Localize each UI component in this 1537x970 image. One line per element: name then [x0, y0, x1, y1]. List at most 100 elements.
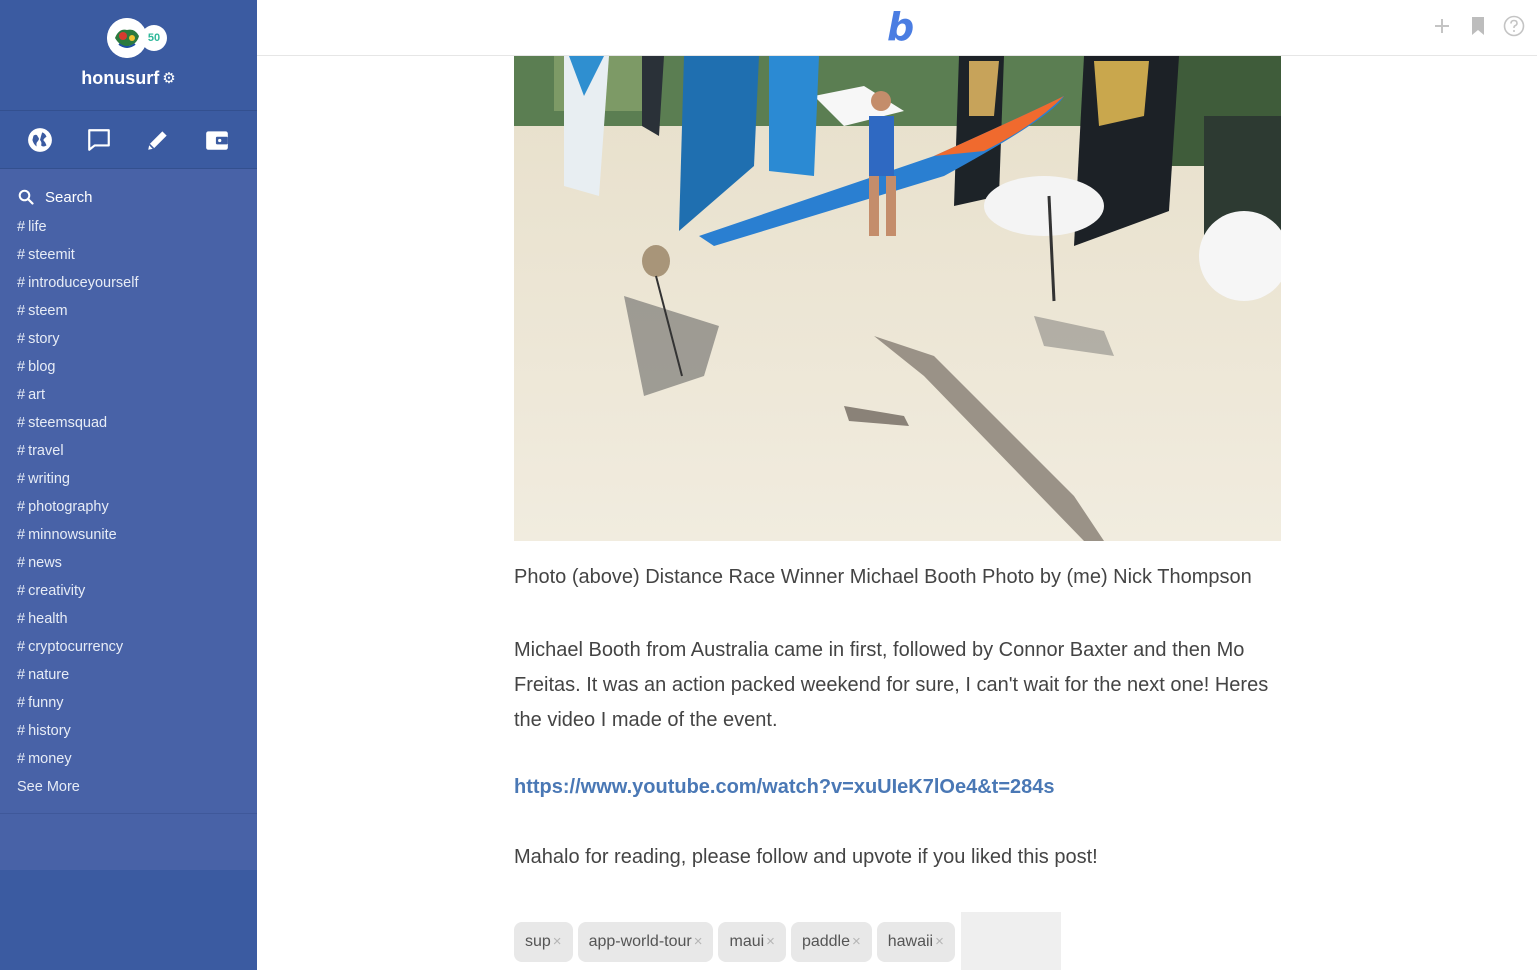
chat-icon[interactable]: [79, 120, 119, 160]
sidebar-tag-travel[interactable]: # travel: [0, 437, 257, 465]
hash-symbol: #: [17, 583, 26, 599]
sidebar-tag-label: minnowsunite: [28, 527, 117, 543]
sidebar-tag-nature[interactable]: # nature: [0, 661, 257, 689]
sidebar-tag-label: funny: [28, 695, 64, 711]
sidebar-tag-blog[interactable]: # blog: [0, 353, 257, 381]
sidebar-tag-label: history: [28, 723, 71, 739]
post-tag-bar: sup × app-world-tour × maui × paddle × hawaii ×: [514, 912, 1061, 970]
profile-section: 50 honusurf ⚙: [0, 0, 257, 111]
hash-symbol: #: [17, 387, 26, 403]
post-tag-label: sup: [525, 933, 551, 950]
post-tag-chip[interactable]: hawaii ×: [876, 922, 955, 962]
sidebar-tag-steem[interactable]: # steem: [0, 297, 257, 325]
sidebar-tag-label: story: [28, 331, 60, 347]
post-tag-chip[interactable]: paddle ×: [790, 922, 872, 962]
sidebar-tag-label: news: [28, 555, 62, 571]
remove-tag-icon[interactable]: ×: [553, 933, 562, 950]
post-tag-chip[interactable]: maui ×: [718, 922, 786, 962]
sidebar-tag-funny[interactable]: # funny: [0, 689, 257, 717]
top-actions: [1431, 14, 1525, 38]
remove-tag-icon[interactable]: ×: [935, 933, 944, 950]
post-closing: Mahalo for reading, please follow and up…: [514, 846, 1098, 868]
tag-chips: sup × app-world-tour × maui × paddle × hawaii ×: [514, 912, 960, 962]
hash-symbol: #: [17, 639, 26, 655]
help-icon[interactable]: [1503, 14, 1525, 38]
hash-symbol: #: [17, 471, 26, 487]
trending-tags: Search # life # steemit # introduceyourself # s…: [0, 169, 257, 814]
app-root: 50 honusurf ⚙ Search # life # steemit # …: [0, 0, 1537, 970]
sidebar-tag-news[interactable]: # news: [0, 549, 257, 577]
sidebar-tag-label: nature: [28, 667, 70, 683]
sidebar-tag-history[interactable]: # history: [0, 717, 257, 745]
sidebar-nav: [0, 111, 257, 169]
post-body: Photo (above) Distance Race Winner Micha…: [514, 56, 1281, 871]
race-photo: [514, 56, 1281, 541]
sidebar-tag-label: money: [28, 751, 72, 767]
sidebar-tag-label: steemsquad: [28, 415, 108, 431]
hash-symbol: #: [17, 303, 26, 319]
sidebar-tag-steemit[interactable]: # steemit: [0, 241, 257, 269]
gear-icon[interactable]: ⚙: [162, 70, 175, 87]
see-more-link[interactable]: See More: [0, 773, 257, 801]
hash-symbol: #: [17, 443, 26, 459]
sidebar-tag-life[interactable]: # life: [0, 213, 257, 241]
sidebar-tag-label: cryptocurrency: [28, 639, 124, 655]
sidebar-lower: Search # life # steemit # introduceyourself # s…: [0, 169, 257, 870]
reputation-badge: 50: [141, 25, 167, 51]
top-bar: b: [257, 0, 1537, 56]
remove-tag-icon[interactable]: ×: [852, 933, 861, 950]
pencil-icon[interactable]: [138, 120, 178, 160]
username-row[interactable]: honusurf ⚙: [0, 68, 257, 89]
wallet-icon[interactable]: [197, 120, 237, 160]
hash-symbol: #: [17, 527, 26, 543]
sidebar-tag-label: art: [28, 387, 45, 403]
search-label: Search: [45, 188, 93, 206]
post-tag-label: hawaii: [887, 933, 934, 950]
sidebar-tag-cryptocurrency[interactable]: # cryptocurrency: [0, 633, 257, 661]
tag-input[interactable]: [960, 912, 1061, 970]
sidebar-tag-label: life: [28, 219, 47, 235]
search-icon: [18, 189, 34, 205]
sidebar-tag-label: health: [28, 611, 68, 627]
sidebar-tag-story[interactable]: # story: [0, 325, 257, 353]
bookmark-icon[interactable]: [1467, 14, 1489, 38]
sidebar-tag-label: steemit: [28, 247, 75, 263]
sidebar-search[interactable]: Search: [0, 185, 257, 209]
hash-symbol: #: [17, 359, 26, 375]
sidebar-tag-writing[interactable]: # writing: [0, 465, 257, 493]
post-tag-chip[interactable]: app-world-tour ×: [577, 922, 714, 962]
busy-logo[interactable]: b: [887, 5, 914, 49]
sidebar-tag-label: travel: [28, 443, 64, 459]
hash-symbol: #: [17, 555, 26, 571]
sidebar-tag-label: creativity: [28, 583, 86, 599]
sidebar-tag-money[interactable]: # money: [0, 745, 257, 773]
hash-symbol: #: [17, 611, 26, 627]
sidebar-tag-creativity[interactable]: # creativity: [0, 577, 257, 605]
sidebar-tag-art[interactable]: # art: [0, 381, 257, 409]
post-tag-label: maui: [729, 933, 765, 950]
username[interactable]: honusurf: [81, 68, 159, 88]
sidebar-tag-photography[interactable]: # photography: [0, 493, 257, 521]
plus-icon[interactable]: [1431, 14, 1453, 38]
sidebar-tag-steemsquad[interactable]: # steemsquad: [0, 409, 257, 437]
post-tag-label: paddle: [801, 933, 850, 950]
post-tag-label: app-world-tour: [588, 933, 692, 950]
globe-icon[interactable]: [20, 120, 60, 160]
hash-symbol: #: [17, 247, 26, 263]
remove-tag-icon[interactable]: ×: [694, 933, 703, 950]
post-paragraph: Michael Booth from Australia came in fir…: [514, 639, 1269, 731]
hash-symbol: #: [17, 499, 26, 515]
post-tag-chip[interactable]: sup ×: [514, 922, 573, 962]
youtube-link[interactable]: https://www.youtube.com/watch?v=xuUIeK7l…: [514, 773, 1281, 801]
sidebar-tag-health[interactable]: # health: [0, 605, 257, 633]
hash-symbol: #: [17, 331, 26, 347]
sidebar-tag-minnowsunite[interactable]: # minnowsunite: [0, 521, 257, 549]
hash-symbol: #: [17, 275, 26, 291]
hash-symbol: #: [17, 667, 26, 683]
sidebar: 50 honusurf ⚙ Search # life # steemit # …: [0, 0, 257, 970]
sidebar-tag-label: introduceyourself: [28, 275, 139, 291]
sidebar-tag-introduceyourself[interactable]: # introduceyourself: [0, 269, 257, 297]
hash-symbol: #: [17, 219, 26, 235]
remove-tag-icon[interactable]: ×: [766, 933, 775, 950]
tag-list: # life # steemit # introduceyourself # steem # st…: [0, 213, 257, 773]
